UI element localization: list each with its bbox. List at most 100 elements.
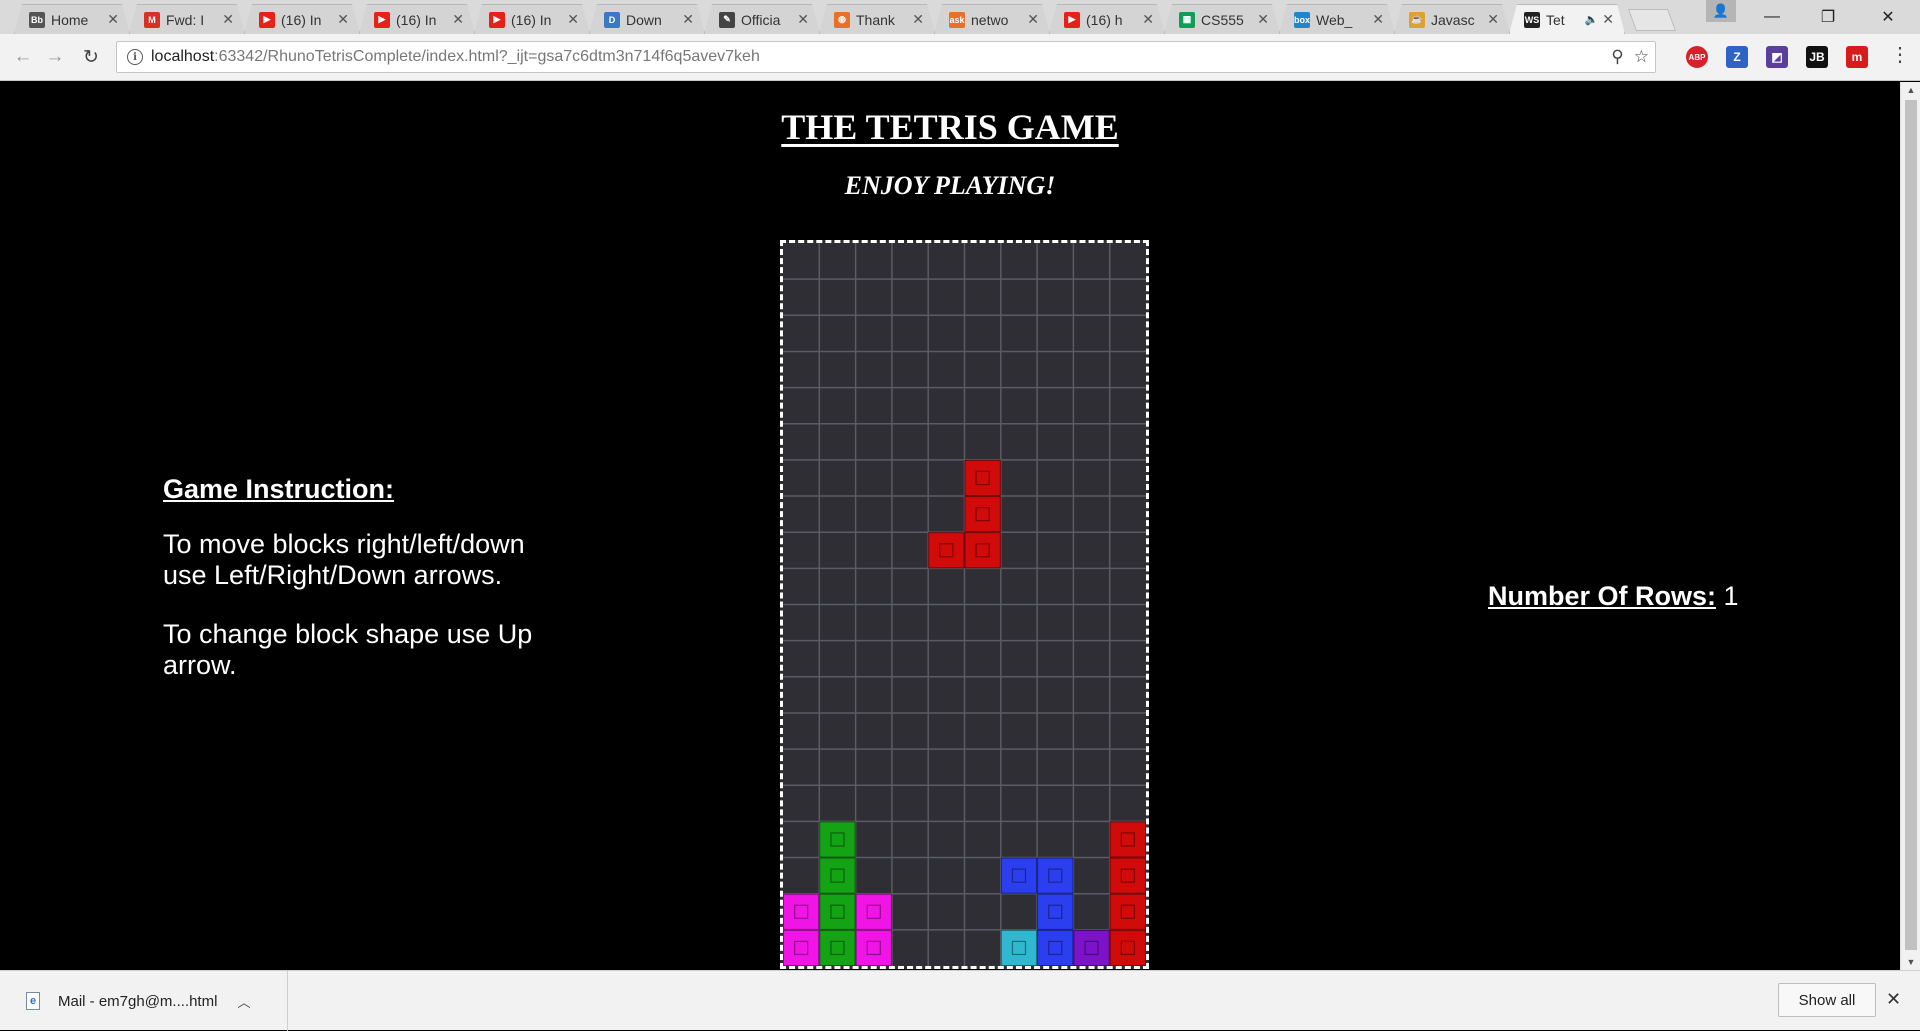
address-bar[interactable]: i localhost:63342/RhunoTetrisComplete/in…	[116, 41, 1656, 73]
reload-icon[interactable]: ↻	[78, 44, 104, 70]
tetris-block-red	[964, 459, 1001, 497]
browser-tab[interactable]: box Web_ ✕	[1279, 4, 1395, 34]
browser-tab[interactable]: ▶ (16) In ✕	[474, 4, 590, 34]
tab-favicon-icon: ▶	[1064, 12, 1080, 28]
tab-close-icon[interactable]: ✕	[1027, 11, 1039, 28]
scroll-thumb[interactable]	[1905, 100, 1917, 950]
tab-close-icon[interactable]: ✕	[1487, 11, 1499, 28]
tab-close-icon[interactable]: ✕	[682, 11, 694, 28]
tabs-container: Bb Home ✕ M Fwd: I ✕ ▶ (16) In ✕ ▶ (16) In ✕ ▶ (16) I…	[14, 4, 1677, 34]
tetris-block-red	[928, 532, 965, 569]
tetris-block-green	[819, 929, 856, 966]
tab-title: Home	[51, 11, 89, 28]
browser-tab[interactable]: ▦ CS555 ✕	[1164, 4, 1280, 34]
instructions-panel: Game Instruction: To move blocks right/l…	[163, 474, 543, 709]
tab-close-icon[interactable]: ✕	[1142, 11, 1154, 28]
jetbrains-icon[interactable]: JB	[1806, 46, 1828, 68]
tab-favicon-icon: ask	[949, 12, 965, 28]
tetris-block-purple	[1073, 929, 1110, 966]
tetris-block-blue	[1037, 929, 1074, 966]
url-host: localhost	[151, 48, 215, 65]
tab-close-icon[interactable]: ✕	[1372, 11, 1384, 28]
browser-tab[interactable]: ask netwo ✕	[934, 4, 1050, 34]
tab-title: netwo	[971, 11, 1009, 28]
tab-favicon-icon: ▶	[259, 12, 275, 28]
browser-tab[interactable]: ▶ (16) h ✕	[1049, 4, 1165, 34]
tab-close-icon[interactable]: ✕	[912, 11, 924, 28]
close-window-icon[interactable]: ✕	[1860, 0, 1916, 34]
m-icon[interactable]: m	[1846, 46, 1868, 68]
tab-favicon-icon: ▶	[374, 12, 390, 28]
tetris-block-cyan	[1000, 929, 1038, 966]
tab-close-icon[interactable]: ✕	[107, 11, 119, 28]
tab-favicon-icon: D	[604, 12, 620, 28]
tab-title: Web_	[1316, 11, 1353, 28]
zoom-icon[interactable]: ⚲	[1611, 47, 1623, 67]
tetris-block-blue	[1037, 857, 1074, 894]
tetris-block-magenta	[783, 893, 820, 930]
scroll-down-arrow[interactable]: ▼	[1901, 954, 1920, 970]
board-grid	[783, 243, 1146, 966]
omnibox-actions: ⚲ ☆	[1611, 47, 1649, 67]
show-all-button[interactable]: Show all	[1778, 983, 1876, 1017]
tab-favicon-icon: ▦	[1179, 12, 1195, 28]
tab-title: Fwd: I	[166, 11, 205, 28]
browser-tab[interactable]: D Down ✕	[589, 4, 705, 34]
rows-value: 1	[1723, 581, 1739, 611]
download-item[interactable]: e Mail - em7gh@m....html ︿	[0, 971, 288, 1031]
tetris-board[interactable]	[780, 240, 1149, 969]
browser-tab[interactable]: ✎ Officia ✕	[704, 4, 820, 34]
scroll-up-arrow[interactable]: ▲	[1901, 82, 1920, 98]
tab-close-icon[interactable]: ✕	[567, 11, 579, 28]
tetris-block-red	[1109, 821, 1146, 858]
tetris-block-red	[1109, 893, 1146, 930]
download-shelf: e Mail - em7gh@m....html ︿ Show all ✕	[0, 970, 1920, 1031]
tab-close-icon[interactable]: ✕	[337, 11, 349, 28]
close-shelf-icon[interactable]: ✕	[1886, 989, 1901, 1010]
tab-close-icon[interactable]: ✕	[452, 11, 464, 28]
browser-tab[interactable]: ▶ (16) In ✕	[244, 4, 360, 34]
tab-close-icon[interactable]: ✕	[1257, 11, 1269, 28]
tab-title: Thank	[856, 11, 895, 28]
tab-title: Officia	[741, 11, 781, 28]
minimize-icon[interactable]: —	[1744, 0, 1800, 34]
tab-close-icon[interactable]: ✕	[222, 11, 234, 28]
extension-icon[interactable]: ◩	[1766, 46, 1788, 68]
restore-icon[interactable]: ❐	[1800, 0, 1856, 34]
profile-icon[interactable]: 👤	[1706, 0, 1736, 22]
tetris-block-red	[964, 496, 1001, 533]
browser-tab[interactable]: ◍ Thank ✕	[819, 4, 935, 34]
menu-icon[interactable]: ⋮	[1890, 45, 1910, 65]
forward-icon[interactable]: →	[42, 44, 68, 70]
page-title: THE TETRIS GAME	[781, 107, 1119, 147]
site-info-icon[interactable]: i	[127, 49, 143, 65]
chevron-up-icon[interactable]: ︿	[237, 992, 250, 1011]
url-path: :63342/RhunoTetrisComplete/index.html?_i…	[214, 48, 760, 65]
zotero-icon[interactable]: Z	[1726, 46, 1748, 68]
browser-tab[interactable]: Bb Home ✕	[14, 4, 130, 34]
adblock-plus-icon[interactable]: ABP	[1686, 46, 1708, 68]
tab-favicon-icon: ☕	[1409, 12, 1425, 28]
tab-favicon-icon: WS	[1524, 12, 1540, 28]
browser-tab[interactable]: WS Tet 🔈 ✕	[1509, 4, 1625, 34]
tab-audio-icon[interactable]: 🔈	[1585, 13, 1599, 26]
rotate-instruction: To change block shape use Up arrow.	[163, 619, 533, 680]
tab-title: (16) In	[511, 11, 552, 28]
tab-title: Javasc	[1431, 11, 1475, 28]
tab-close-icon[interactable]: ✕	[1602, 11, 1614, 28]
bookmark-star-icon[interactable]: ☆	[1634, 47, 1649, 67]
tab-favicon-icon: ✎	[719, 12, 735, 28]
tetris-block-green	[819, 821, 856, 858]
tab-favicon-icon: ◍	[834, 12, 850, 28]
browser-tab[interactable]: ☕ Javasc ✕	[1394, 4, 1510, 34]
tab-title: CS555	[1201, 11, 1244, 28]
vertical-scrollbar[interactable]: ▲ ▼	[1900, 82, 1920, 970]
tab-title: (16) h	[1086, 11, 1123, 28]
tab-close-icon[interactable]: ✕	[797, 11, 809, 28]
browser-tab[interactable]: ▶ (16) In ✕	[359, 4, 475, 34]
back-icon[interactable]: ←	[10, 44, 36, 70]
tetris-block-red	[964, 532, 1001, 569]
move-instruction: To move blocks right/left/down use Left/…	[163, 529, 525, 590]
browser-tab[interactable]: M Fwd: I ✕	[129, 4, 245, 34]
new-tab-button[interactable]	[1627, 9, 1677, 31]
